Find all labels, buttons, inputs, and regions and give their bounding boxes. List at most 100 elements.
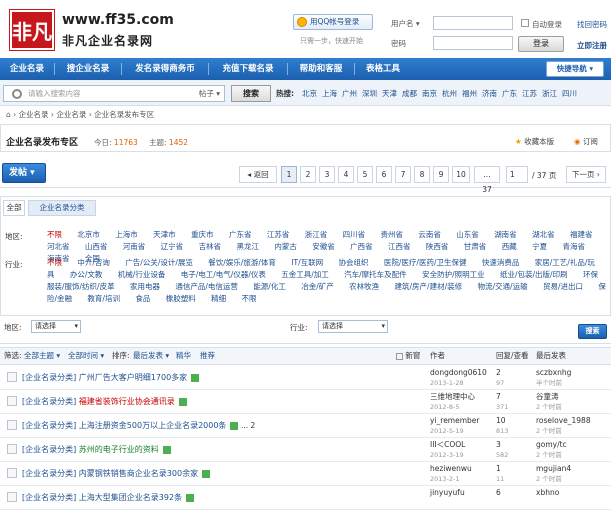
hot-link[interactable]: 广州 bbox=[342, 88, 357, 99]
filter-option[interactable]: 冶金/矿产 bbox=[301, 282, 334, 291]
back-button[interactable]: ◂ 返回 bbox=[239, 166, 277, 183]
thread-row[interactable]: [企业名录分类] 广州厂告大客户明细1700多家 dongdong0610 201… bbox=[0, 366, 611, 390]
qq-login-button[interactable]: 用QQ帐号登录 bbox=[293, 14, 373, 30]
thread-category[interactable]: [企业名录分类] bbox=[22, 445, 76, 454]
hot-link[interactable]: 济南 bbox=[482, 88, 497, 99]
filter-option[interactable]: 食品 bbox=[135, 294, 150, 303]
thread-last-post[interactable]: gomy/tc 2 个时前 bbox=[536, 440, 567, 460]
nav-item-tools[interactable]: 表格工具 bbox=[355, 58, 411, 80]
quick-nav-button[interactable]: 快捷导航 ▾ bbox=[546, 61, 604, 77]
search-scope-select[interactable]: 帖子 ▾ bbox=[199, 86, 220, 101]
filter-option[interactable]: 青海省 bbox=[562, 242, 585, 251]
filter-option[interactable]: 能源/化工 bbox=[253, 282, 286, 291]
page-jump-input[interactable]: 1 bbox=[506, 166, 528, 183]
favorite-button[interactable]: ★ 收藏本版 bbox=[515, 136, 554, 147]
filter-option[interactable]: 四川省 bbox=[343, 230, 366, 239]
recommend-filter[interactable]: 推荐 bbox=[200, 348, 215, 364]
nav-item-recharge[interactable]: 充值下载名录 bbox=[209, 58, 287, 80]
filter-option[interactable]: 山东省 bbox=[456, 230, 479, 239]
industry-select[interactable]: 请选择 ▾ bbox=[318, 320, 388, 333]
register-link[interactable]: 立即注册 bbox=[577, 40, 607, 51]
thread-last-post[interactable]: roselove_1988 2 个时前 bbox=[536, 416, 591, 436]
filter-option[interactable]: 教育/培训 bbox=[87, 294, 120, 303]
page-link[interactable]: 6 bbox=[376, 166, 392, 183]
filter-option[interactable]: 橡胶塑料 bbox=[166, 294, 196, 303]
thread-last-post[interactable]: mgujian4 2 个时前 bbox=[536, 464, 571, 484]
filter-option[interactable]: 黑龙江 bbox=[236, 242, 259, 251]
filter-option[interactable]: 物流/交通/运输 bbox=[478, 282, 528, 291]
thread-title[interactable]: [企业名录分类] 福建省装饰行业协会通讯录 bbox=[22, 396, 187, 407]
next-page-button[interactable]: 下一页 › bbox=[566, 166, 606, 183]
thread-category[interactable]: [企业名录分类] bbox=[22, 373, 76, 382]
filter-option[interactable]: 广告/公关/设计/展览 bbox=[125, 258, 193, 267]
thread-title[interactable]: [企业名录分类] 上海注册资金500万以上企业名录2000条 ... 2 bbox=[22, 420, 255, 431]
filter-option[interactable]: 精细 bbox=[211, 294, 226, 303]
thread-link[interactable]: 上海大型集团企业名录392条 bbox=[79, 493, 182, 502]
filter-option[interactable]: 西藏 bbox=[502, 242, 517, 251]
filter-option[interactable]: 通信产品/电信运营 bbox=[175, 282, 238, 291]
filter-option[interactable]: 安全防护/照明工业 bbox=[422, 270, 485, 279]
thread-category[interactable]: [企业名录分类] bbox=[22, 469, 76, 478]
filter-option[interactable]: 重庆市 bbox=[191, 230, 214, 239]
page-link[interactable]: 5 bbox=[357, 166, 373, 183]
filter-option[interactable]: 陕西省 bbox=[426, 242, 449, 251]
tab-category[interactable]: 企业名录分类 bbox=[28, 200, 96, 216]
thread-author[interactable]: 三维地理中心 2012-8-5 bbox=[430, 392, 475, 412]
new-window-toggle[interactable]: 新窗 bbox=[396, 348, 420, 364]
page-link[interactable]: ... 37 bbox=[474, 166, 500, 194]
thread-last-post[interactable]: xbhno bbox=[536, 488, 559, 498]
hot-link[interactable]: 成都 bbox=[402, 88, 417, 99]
thread-title[interactable]: [企业名录分类] 苏州的电子行业的资料 bbox=[22, 444, 171, 455]
filter-option[interactable]: 辽宁省 bbox=[161, 242, 184, 251]
filter-option[interactable]: 河南省 bbox=[123, 242, 146, 251]
thread-link[interactable]: 苏州的电子行业的资料 bbox=[79, 445, 159, 454]
breadcrumb-item[interactable]: 企业名录 bbox=[56, 110, 86, 119]
page-link[interactable]: 10 bbox=[452, 166, 470, 183]
thread-row[interactable]: [企业名录分类] 福建省装饰行业协会通讯录 三维地理中心 2012-8-5 7 371… bbox=[0, 390, 611, 414]
filter-option[interactable]: 上海市 bbox=[115, 230, 138, 239]
hot-link[interactable]: 杭州 bbox=[442, 88, 457, 99]
page-link[interactable]: 8 bbox=[414, 166, 430, 183]
filter-option[interactable]: 家用电器 bbox=[130, 282, 160, 291]
password-input[interactable] bbox=[433, 36, 513, 50]
filter-option[interactable]: 山西省 bbox=[85, 242, 108, 251]
filter-option[interactable]: 河北省 bbox=[47, 242, 70, 251]
subscribe-button[interactable]: ◉ 订阅 bbox=[574, 136, 598, 147]
thread-row[interactable]: [企业名录分类] 内蒙钢铁销售商企业名录300余家 heziwenwu 2013-… bbox=[0, 462, 611, 486]
filter-option[interactable]: 医院/医疗/医药/卫生保健 bbox=[384, 258, 467, 267]
thread-title[interactable]: [企业名录分类] 广州厂告大客户明细1700多家 bbox=[22, 372, 200, 383]
find-password-link[interactable]: 找回密码 bbox=[577, 19, 607, 30]
hot-link[interactable]: 北京 bbox=[302, 88, 317, 99]
filter-option[interactable]: 宁夏 bbox=[532, 242, 547, 251]
thread-category[interactable]: [企业名录分类] bbox=[22, 421, 76, 430]
page-link[interactable]: 4 bbox=[338, 166, 354, 183]
sort-select[interactable]: 最后发表 ▾ bbox=[133, 348, 169, 364]
login-button[interactable]: 登录 bbox=[518, 36, 564, 52]
thread-pages[interactable]: ... 2 bbox=[241, 421, 255, 430]
filter-option[interactable]: 内蒙古 bbox=[274, 242, 297, 251]
hot-link[interactable]: 浙江 bbox=[542, 88, 557, 99]
filter-option[interactable]: 协会组织 bbox=[339, 258, 369, 267]
industry-options[interactable]: 不限 中介/咨询 广告/公关/设计/展览 餐饮/娱乐/旅游/体育 IT/互联网 … bbox=[47, 257, 607, 305]
search-input[interactable]: 请输入搜索内容 帖子 ▾ bbox=[3, 85, 225, 102]
tab-all[interactable]: 全部 bbox=[3, 200, 25, 216]
hot-link[interactable]: 江苏 bbox=[522, 88, 537, 99]
auto-login-checkbox[interactable] bbox=[521, 19, 529, 27]
filter-option[interactable]: 北京市 bbox=[77, 230, 100, 239]
post-button[interactable]: 发帖 ▾ bbox=[2, 163, 46, 183]
nav-item-search[interactable]: 搜企业名录 bbox=[55, 58, 121, 80]
thread-author[interactable]: dongdong0610 2013-1-28 bbox=[430, 368, 487, 388]
thread-author[interactable]: heziwenwu 2013-2-1 bbox=[430, 464, 472, 484]
filter-option[interactable]: 吉林省 bbox=[199, 242, 222, 251]
filter-option[interactable]: 云南省 bbox=[418, 230, 441, 239]
hot-link[interactable]: 四川 bbox=[562, 88, 577, 99]
thread-title[interactable]: [企业名录分类] 内蒙钢铁销售商企业名录300余家 bbox=[22, 468, 211, 479]
filter-option[interactable]: 江苏省 bbox=[267, 230, 290, 239]
thread-category[interactable]: [企业名录分类] bbox=[22, 397, 76, 406]
thread-link[interactable]: 福建省装饰行业协会通讯录 bbox=[79, 397, 175, 406]
thread-link[interactable]: 内蒙钢铁销售商企业名录300余家 bbox=[79, 469, 198, 478]
filter-option[interactable]: 纸业/包装/出版/印刷 bbox=[500, 270, 568, 279]
site-logo[interactable]: 非凡 bbox=[9, 9, 55, 51]
filter-option[interactable]: 快速消费品 bbox=[482, 258, 520, 267]
thread-row[interactable]: [企业名录分类] 上海大型集团企业名录392条 jinyuyufu 6 xbhno bbox=[0, 486, 611, 510]
